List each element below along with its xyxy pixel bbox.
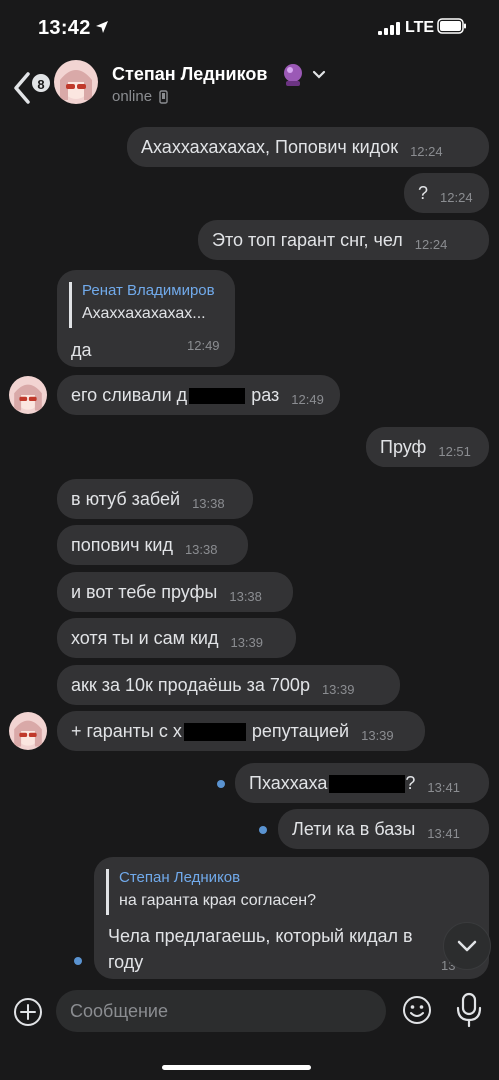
message-bubble[interactable]: попович кид 13:38 (57, 525, 248, 565)
location-arrow-icon (96, 21, 108, 33)
message-text: и вот тебе пруфы (71, 581, 218, 602)
contact-name[interactable]: Степан Ледников (112, 64, 267, 85)
message-bubble[interactable]: Ахаххахахахах, Попович кидок 12:24 (127, 127, 489, 167)
message-bubble[interactable]: ? 12:24 (404, 173, 489, 213)
quoted-author: Ренат Владимиров (82, 282, 215, 299)
message-input[interactable] (56, 990, 386, 1032)
plus-icon[interactable] (12, 996, 44, 1028)
message-text: Пруф (380, 436, 427, 457)
status-bar: 13:42 LTE (0, 0, 499, 56)
message-text: ? (418, 182, 429, 203)
contact-status: online (112, 88, 153, 105)
chevron-down-icon[interactable] (312, 70, 326, 80)
unread-count-badge: 8 (30, 72, 52, 94)
message-bubble[interactable]: Лети ка в базы 13:41 (278, 809, 489, 849)
message-text: да (71, 340, 92, 360)
status-time: 13:42 (38, 17, 91, 39)
message-bubble[interactable]: хотя ты и сам кид 13:39 (57, 618, 296, 658)
message-text: в ютуб забей (71, 488, 181, 509)
redaction-mark (183, 723, 246, 741)
message-text: Пхаххаха (249, 772, 328, 793)
message-bubble[interactable]: Пхаххаха ? 13:41 (235, 763, 489, 803)
message-text-after: репутацией (251, 720, 350, 741)
message-time: 13:38 (192, 495, 225, 511)
message-text: Лети ка в базы (292, 818, 416, 839)
sender-avatar[interactable] (9, 712, 47, 750)
message-text: акк за 10к продаёшь за 700р (71, 674, 310, 695)
quoted-message[interactable]: Степан Ледников на гаранта края согласен… (106, 869, 316, 915)
battery-icon (437, 18, 466, 34)
message-text: попович кид (71, 534, 173, 555)
message-composer (0, 984, 499, 1080)
message-time: 13:39 (321, 681, 355, 697)
message-time: 13:41 (427, 825, 460, 841)
contact-avatar[interactable] (54, 60, 98, 104)
message-time: 12:51 (438, 443, 471, 459)
chevron-down-icon (457, 940, 477, 952)
chat-header: 8 Степан Ледников online (0, 56, 499, 116)
message-bubble[interactable]: Пруф 12:51 (366, 427, 489, 467)
redaction-mark (189, 388, 246, 404)
message-text: Это топ гарант снг, чел (212, 229, 403, 250)
message-time: 13:39 (361, 727, 394, 743)
redaction-mark (329, 775, 406, 793)
message-text-after: раз (251, 384, 280, 405)
mobile-phone-icon (159, 90, 168, 104)
message-text: Чела предлагаешь, который кидал в (108, 926, 413, 946)
quoted-author: Степан Ледников (119, 869, 241, 886)
microphone-icon[interactable] (455, 992, 483, 1028)
message-bubble[interactable]: + гаранты с х репутацией 13:39 (57, 711, 425, 751)
message-text: + гаранты с х (71, 720, 182, 741)
message-text: Ахаххахахахах, Попович кидок (141, 136, 399, 157)
message-time: 12:24 (414, 236, 448, 252)
message-time: 13:38 (229, 588, 262, 604)
cellular-signal-icon (378, 22, 400, 35)
message-text-after: ? (405, 772, 416, 793)
message-bubble[interactable]: его сливали д раз 12:49 (57, 375, 340, 415)
message-text: его сливали д (71, 384, 188, 405)
network-type-label: LTE (405, 19, 435, 36)
message-time: 13:41 (427, 779, 460, 795)
message-time: 12:24 (440, 189, 473, 205)
message-bubble[interactable]: и вот тебе пруфы 13:38 (57, 572, 293, 612)
quoted-text: Ахаххахахахах... (82, 305, 206, 322)
smiley-icon[interactable] (401, 994, 433, 1026)
message-text: хотя ты и сам кид (71, 627, 219, 648)
sender-avatar[interactable] (9, 376, 47, 414)
message-time: 12:49 (187, 338, 220, 353)
message-time: 12:49 (291, 391, 324, 407)
crystal-ball-icon (282, 63, 304, 92)
reply-message-bubble[interactable]: Степан Ледников на гаранта края согласен… (94, 857, 489, 979)
scroll-down-button[interactable] (443, 922, 491, 970)
reply-message-bubble[interactable]: Ренат Владимиров Ахаххахахахах... да 12:… (57, 270, 235, 367)
quoted-text: на гаранта края согласен? (119, 892, 317, 909)
back-button[interactable]: 8 (8, 64, 52, 104)
message-time: 12:24 (410, 143, 443, 159)
message-time: 13:39 (230, 634, 264, 650)
message-time: 13:38 (184, 541, 218, 557)
home-indicator (162, 1065, 311, 1070)
unread-dot (259, 826, 267, 834)
message-text-line2: году (108, 952, 144, 972)
message-bubble[interactable]: Это топ гарант снг, чел 12:24 (198, 220, 489, 260)
quoted-message[interactable]: Ренат Владимиров Ахаххахахахах... (69, 282, 215, 328)
unread-dot (217, 780, 225, 788)
message-bubble[interactable]: акк за 10к продаёшь за 700р 13:39 (57, 665, 400, 705)
message-bubble[interactable]: в ютуб забей 13:38 (57, 479, 253, 519)
unread-dot (74, 957, 82, 965)
